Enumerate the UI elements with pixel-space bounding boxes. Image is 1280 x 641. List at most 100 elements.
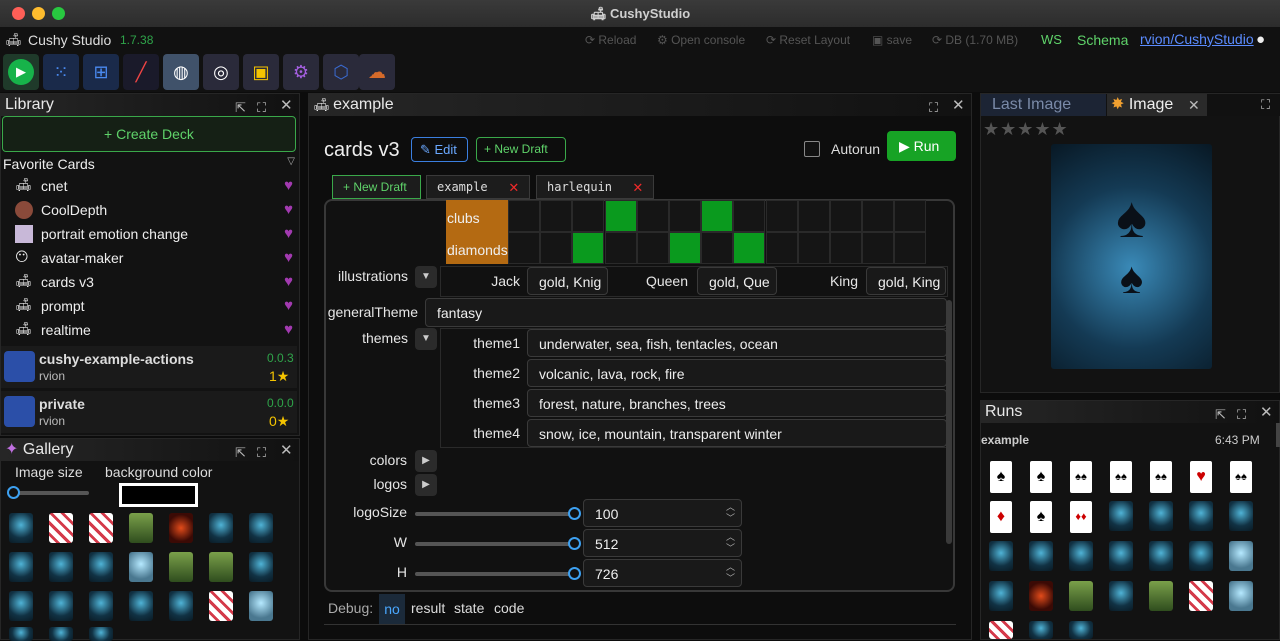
run-thumb[interactable] (1149, 501, 1173, 531)
run-button[interactable]: ▶ Run (887, 131, 956, 161)
close-icon[interactable]: ✕ (633, 176, 643, 198)
maximize-icon[interactable]: ⛶ (257, 442, 266, 464)
autorun-checkbox[interactable] (804, 141, 820, 157)
tab-example[interactable]: example ✕ (426, 175, 530, 199)
image-size-knob[interactable] (7, 486, 20, 499)
play-icon[interactable]: ▶ (3, 54, 39, 90)
run-thumb[interactable] (1149, 541, 1173, 571)
gallery-thumb[interactable] (129, 591, 153, 621)
gallery-thumb[interactable] (89, 627, 113, 641)
gallery-thumb[interactable] (209, 552, 233, 582)
avatar-icon[interactable]: ◍ (163, 54, 199, 90)
form-scrollbar[interactable] (946, 300, 952, 544)
heart-icon[interactable]: ♥ (284, 273, 293, 290)
h-knob[interactable] (568, 567, 581, 580)
gallery-thumb[interactable] (249, 591, 273, 621)
grid-cell[interactable] (862, 200, 895, 232)
new-draft-tab[interactable]: + New Draft (332, 175, 421, 199)
heart-icon[interactable]: ♥ (284, 249, 293, 266)
gallery-thumb[interactable] (209, 513, 233, 543)
gallery-thumb[interactable] (89, 513, 113, 543)
image-icon[interactable]: ▣ (243, 54, 279, 90)
gallery-thumb[interactable] (9, 627, 33, 641)
open-console-button[interactable]: ⚙ Open console (657, 33, 745, 47)
brush-icon[interactable]: ╱ (123, 54, 159, 90)
gallery-thumb[interactable] (9, 552, 33, 582)
popout-icon[interactable]: ⇱ (1215, 404, 1226, 426)
grid-cell[interactable] (636, 232, 669, 264)
grid-cell[interactable] (508, 232, 540, 264)
run-thumb[interactable] (989, 581, 1013, 611)
gallery-thumb[interactable] (49, 591, 73, 621)
maximize-icon[interactable]: ⛶ (1237, 404, 1246, 426)
gallery-thumb[interactable] (9, 591, 33, 621)
list-item[interactable]: CoolDepth ♥ (1, 198, 297, 222)
gallery-thumb[interactable] (249, 552, 273, 582)
grid-cell[interactable] (733, 200, 766, 232)
run-thumb[interactable] (1029, 581, 1053, 611)
grid-cell[interactable] (733, 232, 766, 264)
run-thumb[interactable]: ♠♠ (1070, 461, 1092, 493)
debug-tab-no[interactable]: no (379, 594, 405, 624)
grid-cell[interactable] (572, 232, 605, 264)
grid-cell[interactable] (669, 200, 701, 232)
run-thumb[interactable]: ♠ (990, 461, 1012, 493)
grid-cell[interactable] (797, 232, 830, 264)
run-thumb[interactable]: ♠ (1030, 461, 1052, 493)
maximize-icon[interactable]: ⛶ (1261, 97, 1270, 113)
gallery-thumb[interactable] (89, 552, 113, 582)
gear-icon[interactable]: ⚙ (283, 54, 319, 90)
run-thumb[interactable] (1189, 501, 1213, 531)
list-item[interactable]: 🛋 prompt ♥ (1, 294, 297, 318)
grid-cell[interactable] (508, 200, 540, 232)
deck-item[interactable]: private rvion 0.0.0 0★ (1, 391, 297, 433)
list-item[interactable]: 🛋 cnet ♥ (1, 174, 297, 198)
grid-cell[interactable] (604, 232, 637, 264)
grid-cell[interactable] (572, 200, 605, 232)
grid-cell[interactable] (701, 200, 734, 232)
w-knob[interactable] (568, 537, 581, 550)
grid-cell[interactable] (540, 232, 573, 264)
grid-cell[interactable] (636, 200, 669, 232)
run-thumb[interactable] (1069, 621, 1093, 639)
gallery-thumb[interactable] (249, 513, 273, 543)
heart-icon[interactable]: ♥ (284, 177, 293, 194)
close-icon[interactable]: ✕ (1188, 94, 1200, 116)
h-slider[interactable] (415, 572, 575, 576)
gallery-thumb[interactable] (169, 552, 193, 582)
grid-cell[interactable] (701, 232, 734, 264)
list-item[interactable]: portrait emotion change ♥ (1, 222, 297, 246)
popout-icon[interactable]: ⇱ (235, 442, 246, 464)
run-thumb[interactable]: ♠♠ (1110, 461, 1132, 493)
close-icon[interactable]: ✕ (509, 176, 519, 198)
cube-icon[interactable]: ⬡ (323, 54, 359, 90)
theme4-input[interactable]: snow, ice, mountain, transparent winter (527, 419, 947, 447)
theme2-input[interactable]: volcanic, lava, rock, fire (527, 359, 947, 387)
gallery-thumb[interactable] (169, 513, 193, 543)
tab-harlequin[interactable]: harlequin ✕ (536, 175, 654, 199)
run-thumb[interactable]: ♦♦ (1070, 501, 1092, 533)
close-icon[interactable]: ✕ (952, 95, 965, 117)
debug-tab-result[interactable]: result (411, 600, 445, 616)
grid-cell[interactable] (765, 232, 798, 264)
run-thumb[interactable] (989, 621, 1013, 639)
grid-cell[interactable] (894, 232, 927, 264)
list-item[interactable]: 🛋 cards v3 ♥ (1, 270, 297, 294)
close-icon[interactable]: ✕ (1260, 402, 1273, 424)
theme1-input[interactable]: underwater, sea, fish, tentacles, ocean (527, 329, 947, 357)
gallery-thumb[interactable] (129, 513, 153, 543)
chevron-down-icon[interactable]: ▼ (415, 266, 437, 288)
run-thumb[interactable]: ♠♠ (1230, 461, 1252, 493)
queen-input[interactable]: gold, Que (697, 267, 777, 295)
w-slider[interactable] (415, 542, 575, 546)
heart-icon[interactable]: ♥ (284, 201, 293, 218)
heart-icon[interactable]: ♥ (284, 321, 293, 338)
logosize-slider[interactable] (415, 512, 575, 516)
gallery-thumb[interactable] (49, 552, 73, 582)
run-thumb[interactable] (1069, 581, 1093, 611)
grid-cell[interactable] (830, 200, 862, 232)
maximize-icon[interactable]: ⛶ (929, 97, 938, 119)
repo-link[interactable]: rvion/CushyStudio (1140, 31, 1254, 47)
grid-cell[interactable] (797, 200, 830, 232)
grid-cell[interactable] (765, 200, 798, 232)
